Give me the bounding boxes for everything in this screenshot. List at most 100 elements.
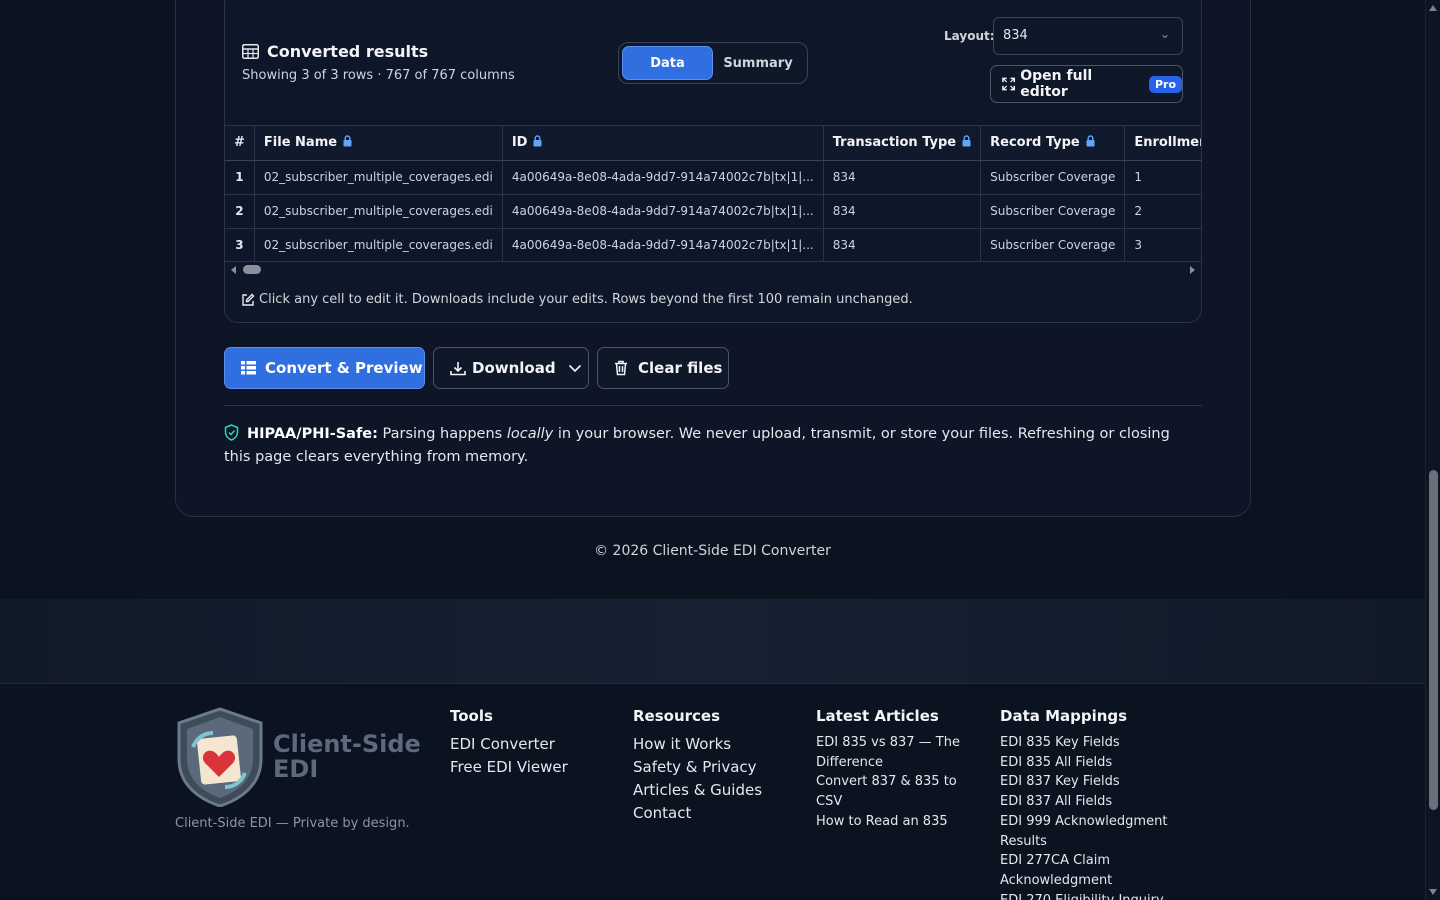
row-index: 2 — [225, 194, 255, 229]
scrollbar-thumb[interactable] — [243, 265, 261, 274]
table-cell[interactable]: 1 — [1124, 160, 1201, 195]
column-header-label: Record Type — [990, 135, 1080, 151]
edit-icon — [242, 293, 255, 306]
footer-band — [0, 599, 1425, 683]
results-table: # File Name ID Transaction Type Record T… — [225, 125, 1201, 277]
tab-data[interactable]: Data — [622, 46, 713, 80]
column-header-file-name[interactable]: File Name — [254, 126, 503, 161]
table-cell[interactable]: Subscriber Coverage — [980, 194, 1126, 229]
table-cell[interactable]: 02_subscriber_multiple_coverages.edi — [254, 194, 503, 229]
footer-logo[interactable]: Client-Side EDI — [175, 707, 421, 807]
logo-icon — [177, 707, 263, 807]
footer-link-mapping[interactable]: EDI 837 All Fields — [1000, 792, 1170, 812]
table-cell[interactable]: 02_subscriber_multiple_coverages.edi — [254, 160, 503, 195]
tab-summary[interactable]: Summary — [713, 46, 803, 80]
scroll-right-icon[interactable] — [1190, 266, 1195, 274]
logo-text-line2: EDI — [273, 755, 319, 783]
footer-column-tools: Tools EDI Converter Free EDI Viewer — [450, 707, 568, 779]
hipaa-notice: HIPAA/PHI-Safe: Parsing happens locally … — [224, 423, 1184, 469]
footer-link-safety-privacy[interactable]: Safety & Privacy — [633, 756, 762, 779]
layout-select-value: 834 — [1003, 28, 1028, 43]
open-full-editor-button[interactable]: Open full editor Pro — [990, 65, 1183, 103]
table-cell[interactable]: 834 — [823, 194, 982, 229]
download-label: Download — [472, 359, 556, 377]
column-header-enrollment[interactable]: Enrollment — [1124, 126, 1201, 161]
footer-link-mapping[interactable]: EDI 835 Key Fields — [1000, 733, 1170, 753]
view-toggle: Data Summary — [618, 42, 808, 84]
table-cell[interactable]: 834 — [823, 160, 982, 195]
expand-icon — [1002, 77, 1016, 91]
table-cell[interactable]: 3 — [1124, 228, 1201, 263]
row-index: 3 — [225, 228, 255, 263]
table-cell[interactable]: 02_subscriber_multiple_coverages.edi — [254, 228, 503, 263]
results-title-text: Converted results — [267, 42, 429, 61]
footer-link-mapping[interactable]: EDI 270 Eligibility Inquiry — [1000, 891, 1170, 900]
column-header-transaction-type[interactable]: Transaction Type — [823, 126, 982, 161]
footer-link-articles-guides[interactable]: Articles & Guides — [633, 779, 762, 802]
table-cell[interactable]: Subscriber Coverage — [980, 160, 1126, 195]
layout-select[interactable]: 834 ⌄ — [993, 17, 1183, 55]
footer-link-mapping[interactable]: EDI 999 Acknowledgment Results — [1000, 812, 1170, 851]
clear-files-button[interactable]: Clear files — [597, 347, 729, 389]
footer-link-free-edi-viewer[interactable]: Free EDI Viewer — [450, 756, 568, 779]
chevron-down-icon: ⌄ — [1159, 27, 1170, 41]
pro-badge: Pro — [1148, 75, 1182, 93]
footer-heading-resources: Resources — [633, 707, 721, 725]
lock-icon — [962, 135, 971, 147]
convert-preview-button[interactable]: Convert & Preview — [224, 347, 425, 389]
hipaa-text-pre: Parsing happens — [377, 426, 507, 442]
table-icon — [242, 44, 259, 59]
table-horizontal-scrollbar[interactable] — [225, 261, 1201, 277]
table-cell[interactable]: 4a00649a-8e08-4ada-9dd7-914a74002c7b|tx|… — [502, 194, 824, 229]
shield-icon — [224, 424, 239, 441]
footer-heading-mappings: Data Mappings — [1000, 707, 1128, 725]
copyright: © 2026 Client-Side EDI Converter — [594, 543, 831, 559]
footer-link-how-it-works[interactable]: How it Works — [633, 733, 762, 756]
table-cell[interactable]: 834 — [823, 228, 982, 263]
table-cell[interactable]: 4a00649a-8e08-4ada-9dd7-914a74002c7b|tx|… — [502, 228, 824, 263]
footer-heading-tools: Tools — [450, 707, 493, 725]
scroll-down-icon[interactable] — [1429, 889, 1437, 895]
scroll-left-icon[interactable] — [231, 266, 236, 274]
footer-column-articles: Latest Articles EDI 835 vs 837 — The Dif… — [816, 707, 966, 832]
edit-hint-text: Click any cell to edit it. Downloads inc… — [259, 292, 913, 307]
footer-column-mappings: Data Mappings EDI 835 Key Fields EDI 835… — [1000, 707, 1170, 900]
table-cell[interactable]: 4a00649a-8e08-4ada-9dd7-914a74002c7b|tx|… — [502, 160, 824, 195]
footer-link-mapping[interactable]: EDI 835 All Fields — [1000, 753, 1170, 773]
footer-link-contact[interactable]: Contact — [633, 802, 762, 825]
trash-icon — [615, 360, 627, 376]
table-cell[interactable]: Subscriber Coverage — [980, 228, 1126, 263]
open-full-editor-label: Open full editor — [1020, 68, 1093, 100]
column-header-record-type[interactable]: Record Type — [980, 126, 1126, 161]
download-button[interactable]: Download — [433, 347, 589, 389]
grid-icon — [241, 361, 256, 375]
footer-link-mapping[interactable]: EDI 837 Key Fields — [1000, 772, 1170, 792]
column-header-label: File Name — [263, 135, 338, 151]
table-cell[interactable]: 2 — [1124, 194, 1201, 229]
footer-link-mapping[interactable]: EDI 277CA Claim Acknowledgment — [1000, 851, 1170, 890]
footer-link-edi-converter[interactable]: EDI Converter — [450, 733, 568, 756]
column-header-id[interactable]: ID — [502, 126, 824, 161]
footer-link-article[interactable]: How to Read an 835 — [816, 812, 966, 832]
page-scrollbar[interactable] — [1425, 0, 1440, 900]
divider — [224, 405, 1202, 406]
lock-icon — [1086, 135, 1095, 147]
footer-column-resources: Resources How it Works Safety & Privacy … — [633, 707, 762, 825]
convert-preview-label: Convert & Preview — [265, 359, 423, 377]
logo-text-line1: Client-Side — [273, 730, 421, 758]
page-scrollbar-thumb[interactable] — [1429, 470, 1438, 810]
lock-icon — [533, 135, 542, 147]
column-header-label: ID — [511, 135, 528, 151]
column-header-label: Transaction Type — [832, 135, 957, 151]
scroll-up-icon[interactable] — [1429, 5, 1437, 11]
footer-link-article[interactable]: Convert 837 & 835 to CSV — [816, 772, 966, 811]
table-row: 3 02_subscriber_multiple_coverages.edi 4… — [225, 228, 1201, 263]
footer-tagline: Client-Side EDI — Private by design. — [175, 816, 410, 831]
footer-link-article[interactable]: EDI 835 vs 837 — The Difference — [816, 733, 966, 772]
layout-label: Layout: — [944, 29, 995, 43]
table-row: 2 02_subscriber_multiple_coverages.edi 4… — [225, 194, 1201, 229]
column-header-index[interactable]: # — [225, 126, 255, 161]
download-icon — [450, 361, 466, 375]
chevron-down-icon — [568, 364, 581, 372]
table-header-row: # File Name ID Transaction Type Record T… — [225, 126, 1201, 161]
